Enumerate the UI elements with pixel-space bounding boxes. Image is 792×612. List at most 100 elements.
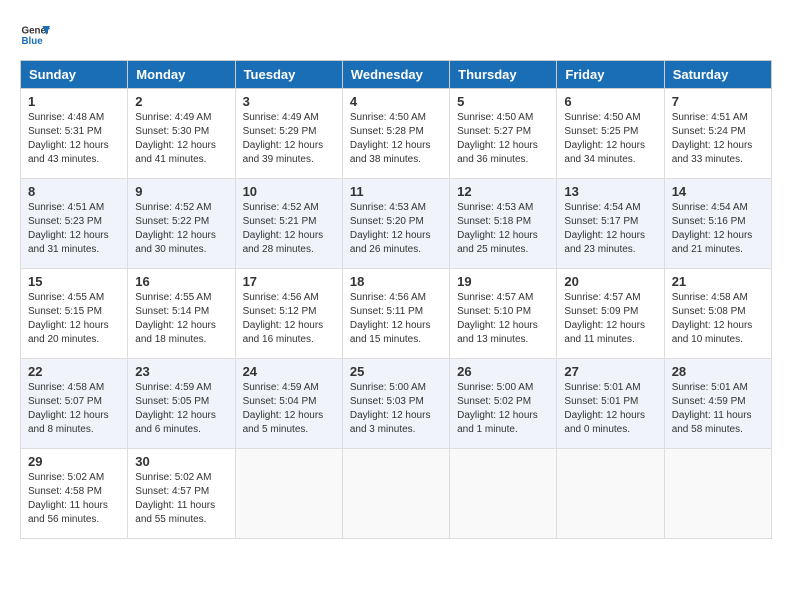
day-info: Sunrise: 5:02 AMSunset: 4:58 PMDaylight:… <box>28 471 120 527</box>
day-info: Sunrise: 4:57 AMSunset: 5:10 PMDaylight:… <box>457 291 549 347</box>
calendar-week-row: 15 Sunrise: 4:55 AMSunset: 5:15 PMDayligh… <box>21 269 772 359</box>
day-number: 28 <box>672 364 764 379</box>
calendar-cell: 24 Sunrise: 4:59 AMSunset: 5:04 PMDayligh… <box>235 359 342 449</box>
day-info: Sunrise: 4:54 AMSunset: 5:17 PMDaylight:… <box>564 201 656 257</box>
calendar-cell: 11 Sunrise: 4:53 AMSunset: 5:20 PMDayligh… <box>342 179 449 269</box>
day-number: 29 <box>28 454 120 469</box>
calendar-cell: 16 Sunrise: 4:55 AMSunset: 5:14 PMDayligh… <box>128 269 235 359</box>
day-info: Sunrise: 4:49 AMSunset: 5:29 PMDaylight:… <box>243 111 335 167</box>
day-number: 15 <box>28 274 120 289</box>
day-info: Sunrise: 4:54 AMSunset: 5:16 PMDaylight:… <box>672 201 764 257</box>
calendar-cell: 13Sunrise: 4:54 AMSunset: 5:17 PMDayligh… <box>557 179 664 269</box>
calendar-cell: 2 Sunrise: 4:49 AMSunset: 5:30 PMDaylight… <box>128 89 235 179</box>
day-info: Sunrise: 4:59 AMSunset: 5:04 PMDaylight:… <box>243 381 335 437</box>
day-info: Sunrise: 5:00 AMSunset: 5:03 PMDaylight:… <box>350 381 442 437</box>
calendar-cell <box>664 449 771 539</box>
calendar-cell: 30Sunrise: 5:02 AMSunset: 4:57 PMDayligh… <box>128 449 235 539</box>
day-info: Sunrise: 4:56 AMSunset: 5:12 PMDaylight:… <box>243 291 335 347</box>
calendar-cell: 28 Sunrise: 5:01 AMSunset: 4:59 PMDayligh… <box>664 359 771 449</box>
day-number: 11 <box>350 184 442 199</box>
day-info: Sunrise: 4:50 AMSunset: 5:28 PMDaylight:… <box>350 111 442 167</box>
calendar-cell: 6 Sunrise: 4:50 AMSunset: 5:25 PMDaylight… <box>557 89 664 179</box>
calendar-cell: 17 Sunrise: 4:56 AMSunset: 5:12 PMDayligh… <box>235 269 342 359</box>
calendar-cell: 22 Sunrise: 4:58 AMSunset: 5:07 PMDayligh… <box>21 359 128 449</box>
day-info: Sunrise: 4:51 AMSunset: 5:23 PMDaylight:… <box>28 201 120 257</box>
day-number: 21 <box>672 274 764 289</box>
calendar-cell: 12 Sunrise: 4:53 AMSunset: 5:18 PMDayligh… <box>450 179 557 269</box>
calendar-cell: 20Sunrise: 4:57 AMSunset: 5:09 PMDayligh… <box>557 269 664 359</box>
logo: General Blue <box>20 20 50 50</box>
day-number: 24 <box>243 364 335 379</box>
calendar-cell <box>342 449 449 539</box>
day-info: Sunrise: 4:52 AMSunset: 5:22 PMDaylight:… <box>135 201 227 257</box>
day-number: 7 <box>672 94 764 109</box>
day-number: 6 <box>564 94 656 109</box>
weekday-header-thursday: Thursday <box>450 61 557 89</box>
calendar-cell: 26 Sunrise: 5:00 AMSunset: 5:02 PMDayligh… <box>450 359 557 449</box>
day-info: Sunrise: 5:02 AMSunset: 4:57 PMDaylight:… <box>135 471 227 527</box>
svg-text:Blue: Blue <box>22 36 44 47</box>
day-info: Sunrise: 4:59 AMSunset: 5:05 PMDaylight:… <box>135 381 227 437</box>
calendar-week-row: 8 Sunrise: 4:51 AMSunset: 5:23 PMDaylight… <box>21 179 772 269</box>
weekday-header-sunday: Sunday <box>21 61 128 89</box>
day-info: Sunrise: 4:55 AMSunset: 5:15 PMDaylight:… <box>28 291 120 347</box>
day-number: 17 <box>243 274 335 289</box>
calendar-cell: 25 Sunrise: 5:00 AMSunset: 5:03 PMDayligh… <box>342 359 449 449</box>
day-number: 3 <box>243 94 335 109</box>
day-number: 25 <box>350 364 442 379</box>
calendar-cell: 27Sunrise: 5:01 AMSunset: 5:01 PMDayligh… <box>557 359 664 449</box>
day-info: Sunrise: 4:50 AMSunset: 5:25 PMDaylight:… <box>564 111 656 167</box>
day-number: 12 <box>457 184 549 199</box>
calendar-cell: 19 Sunrise: 4:57 AMSunset: 5:10 PMDayligh… <box>450 269 557 359</box>
calendar-cell: 18Sunrise: 4:56 AMSunset: 5:11 PMDayligh… <box>342 269 449 359</box>
calendar-cell <box>235 449 342 539</box>
day-number: 19 <box>457 274 549 289</box>
day-number: 16 <box>135 274 227 289</box>
day-number: 18 <box>350 274 442 289</box>
calendar-week-row: 1 Sunrise: 4:48 AMSunset: 5:31 PMDaylight… <box>21 89 772 179</box>
day-number: 23 <box>135 364 227 379</box>
day-info: Sunrise: 4:53 AMSunset: 5:18 PMDaylight:… <box>457 201 549 257</box>
weekday-header-monday: Monday <box>128 61 235 89</box>
day-number: 10 <box>243 184 335 199</box>
day-info: Sunrise: 4:53 AMSunset: 5:20 PMDaylight:… <box>350 201 442 257</box>
day-number: 9 <box>135 184 227 199</box>
page-header: General Blue <box>20 20 772 50</box>
calendar-cell: 7 Sunrise: 4:51 AMSunset: 5:24 PMDaylight… <box>664 89 771 179</box>
day-number: 22 <box>28 364 120 379</box>
day-info: Sunrise: 4:58 AMSunset: 5:07 PMDaylight:… <box>28 381 120 437</box>
day-number: 20 <box>564 274 656 289</box>
day-info: Sunrise: 4:55 AMSunset: 5:14 PMDaylight:… <box>135 291 227 347</box>
day-number: 5 <box>457 94 549 109</box>
calendar-cell: 5 Sunrise: 4:50 AMSunset: 5:27 PMDaylight… <box>450 89 557 179</box>
day-number: 4 <box>350 94 442 109</box>
day-info: Sunrise: 4:48 AMSunset: 5:31 PMDaylight:… <box>28 111 120 167</box>
day-info: Sunrise: 5:01 AMSunset: 4:59 PMDaylight:… <box>672 381 764 437</box>
day-number: 2 <box>135 94 227 109</box>
day-number: 14 <box>672 184 764 199</box>
weekday-header-saturday: Saturday <box>664 61 771 89</box>
calendar-cell: 14 Sunrise: 4:54 AMSunset: 5:16 PMDayligh… <box>664 179 771 269</box>
logo-icon: General Blue <box>20 20 50 50</box>
calendar-cell: 10 Sunrise: 4:52 AMSunset: 5:21 PMDayligh… <box>235 179 342 269</box>
calendar-cell: 1 Sunrise: 4:48 AMSunset: 5:31 PMDaylight… <box>21 89 128 179</box>
calendar-cell: 4 Sunrise: 4:50 AMSunset: 5:28 PMDaylight… <box>342 89 449 179</box>
day-info: Sunrise: 4:58 AMSunset: 5:08 PMDaylight:… <box>672 291 764 347</box>
calendar-cell: 29 Sunrise: 5:02 AMSunset: 4:58 PMDayligh… <box>21 449 128 539</box>
day-info: Sunrise: 4:49 AMSunset: 5:30 PMDaylight:… <box>135 111 227 167</box>
calendar-cell: 21 Sunrise: 4:58 AMSunset: 5:08 PMDayligh… <box>664 269 771 359</box>
day-info: Sunrise: 4:50 AMSunset: 5:27 PMDaylight:… <box>457 111 549 167</box>
calendar-table: SundayMondayTuesdayWednesdayThursdayFrid… <box>20 60 772 539</box>
day-info: Sunrise: 4:52 AMSunset: 5:21 PMDaylight:… <box>243 201 335 257</box>
calendar-week-row: 22 Sunrise: 4:58 AMSunset: 5:07 PMDayligh… <box>21 359 772 449</box>
day-number: 26 <box>457 364 549 379</box>
day-number: 8 <box>28 184 120 199</box>
day-number: 1 <box>28 94 120 109</box>
day-info: Sunrise: 4:51 AMSunset: 5:24 PMDaylight:… <box>672 111 764 167</box>
calendar-cell: 3 Sunrise: 4:49 AMSunset: 5:29 PMDaylight… <box>235 89 342 179</box>
day-info: Sunrise: 5:00 AMSunset: 5:02 PMDaylight:… <box>457 381 549 437</box>
calendar-cell: 23 Sunrise: 4:59 AMSunset: 5:05 PMDayligh… <box>128 359 235 449</box>
calendar-cell: 15 Sunrise: 4:55 AMSunset: 5:15 PMDayligh… <box>21 269 128 359</box>
calendar-cell: 8 Sunrise: 4:51 AMSunset: 5:23 PMDaylight… <box>21 179 128 269</box>
weekday-header-tuesday: Tuesday <box>235 61 342 89</box>
